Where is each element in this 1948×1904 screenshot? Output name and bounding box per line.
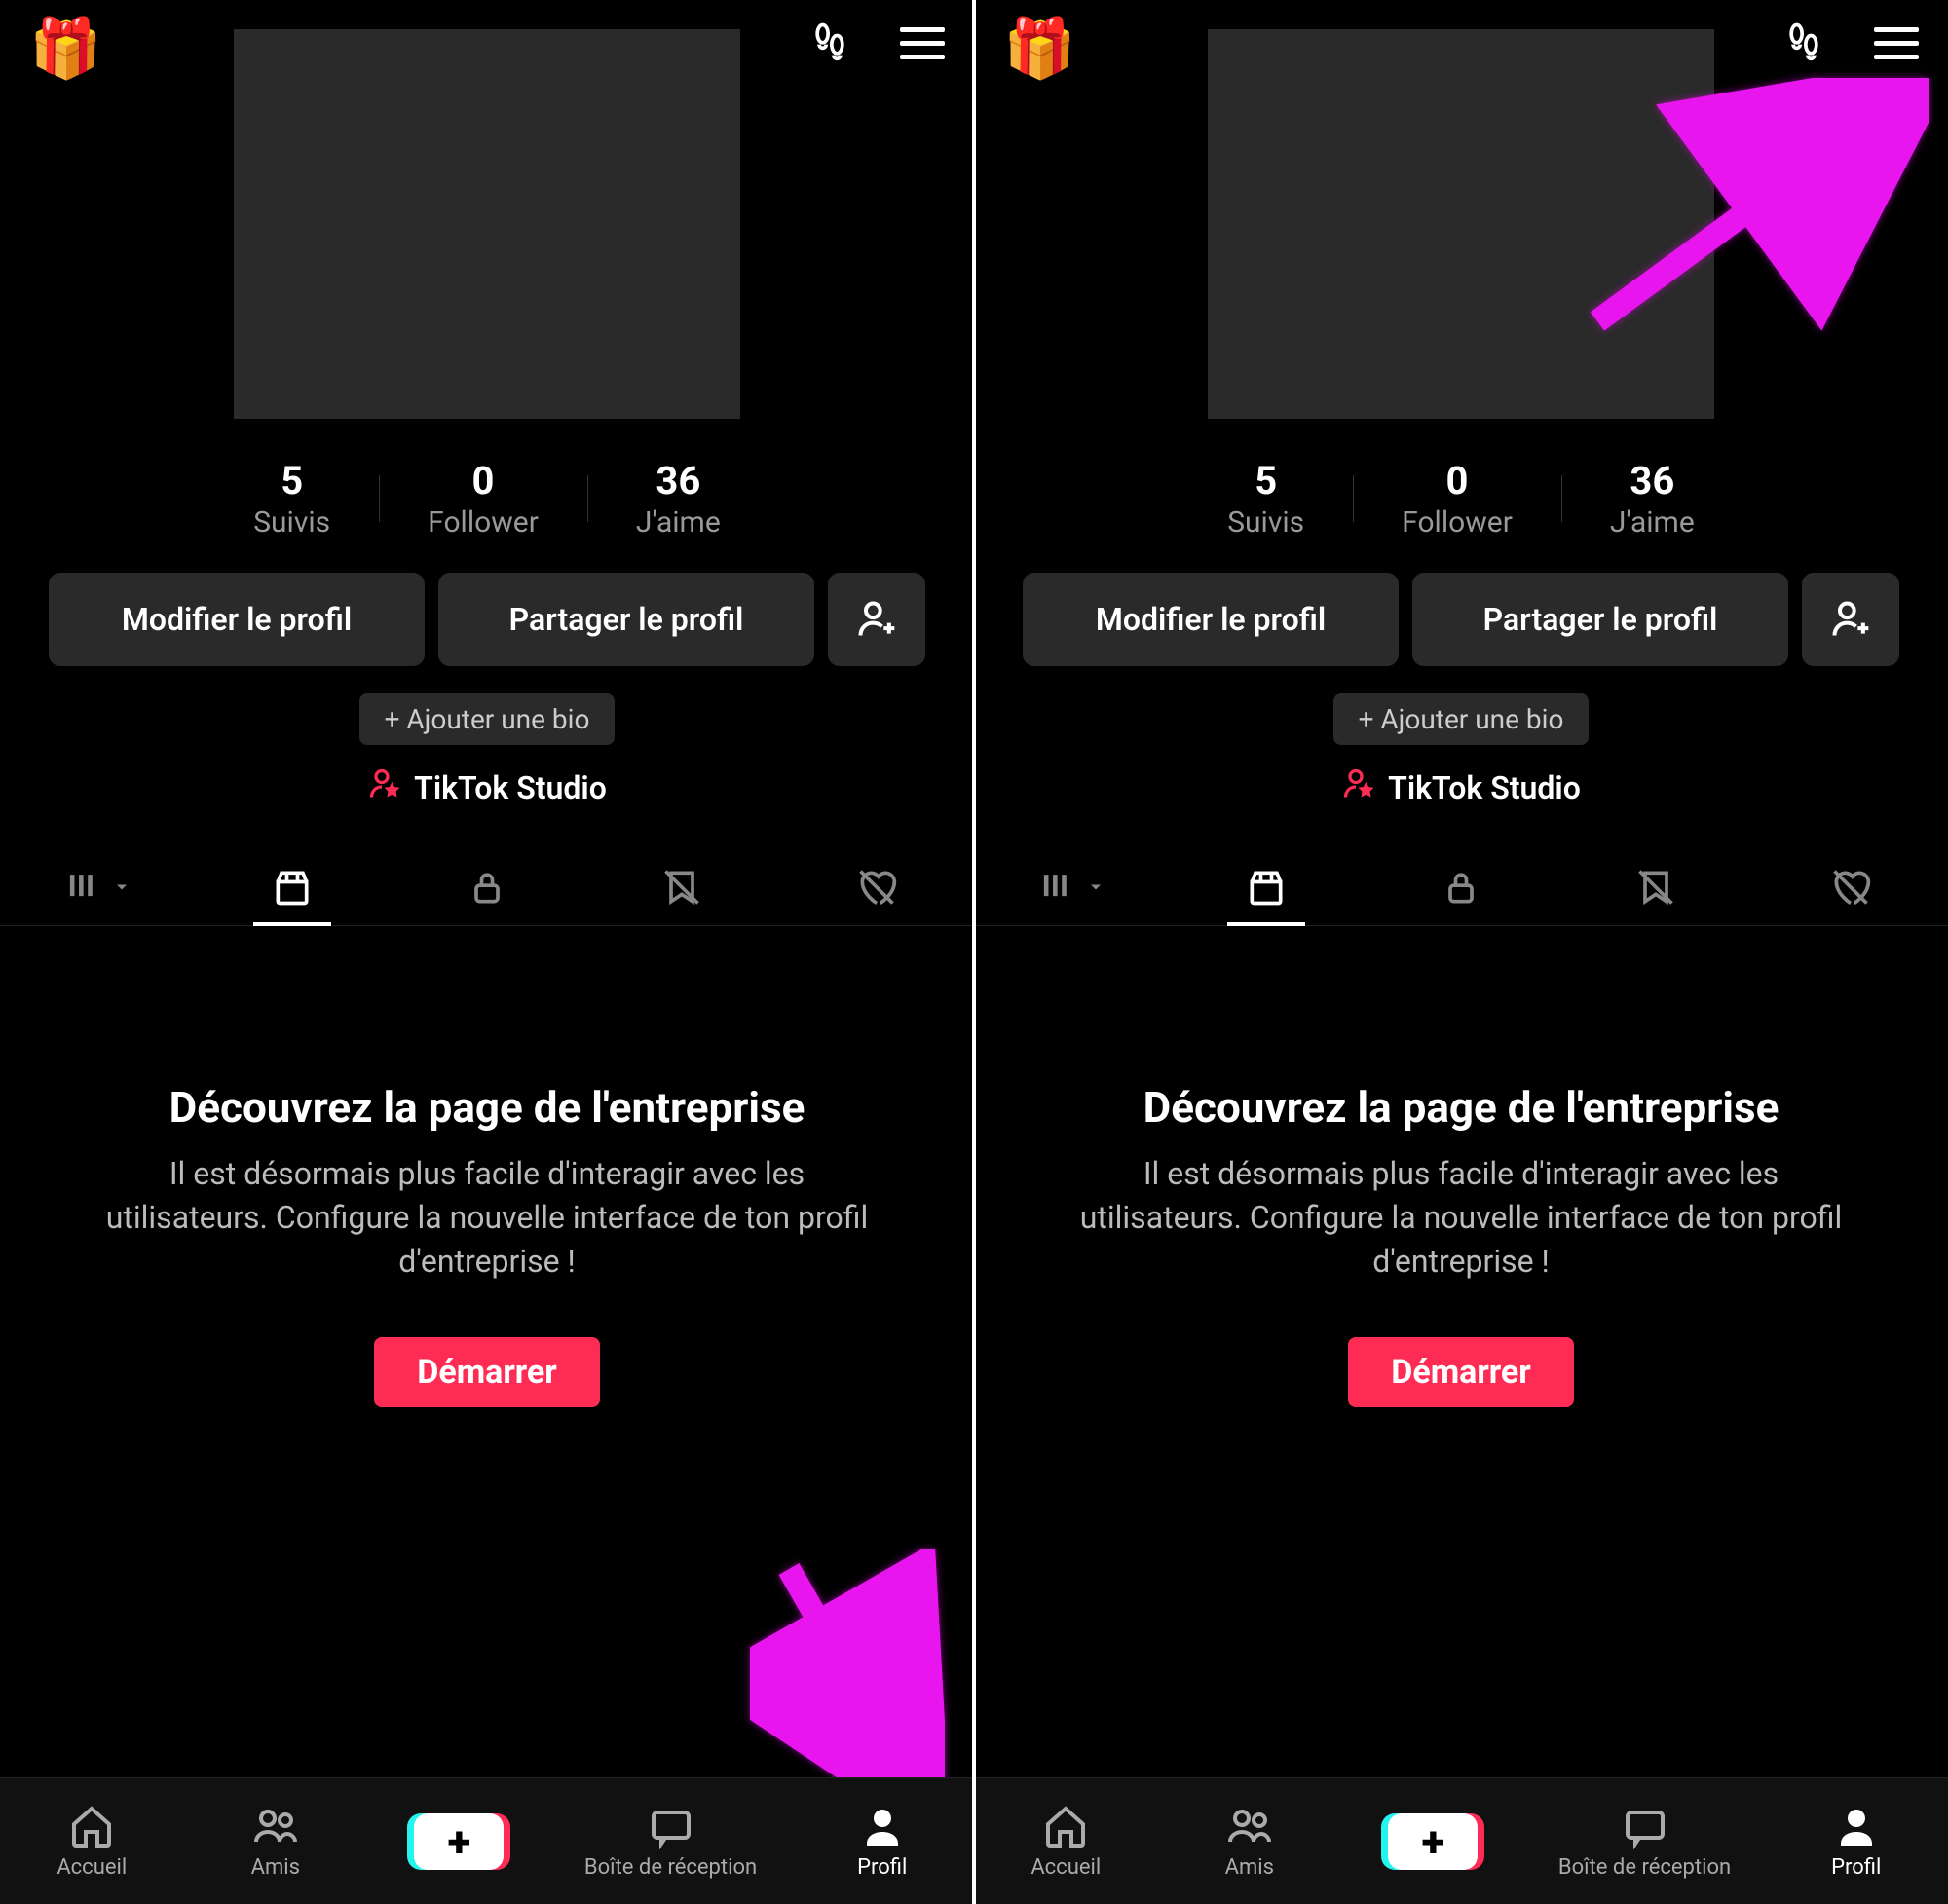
nav-label: Boîte de réception — [584, 1855, 757, 1880]
stat-following[interactable]: 5 Suivis — [205, 458, 379, 540]
stat-label: Suivis — [1227, 505, 1304, 540]
stat-value: 36 — [636, 458, 721, 504]
footprints-icon[interactable] — [1782, 19, 1825, 66]
content-title: Découvrez la page de l'entreprise — [169, 1082, 805, 1133]
tab-shop[interactable] — [1169, 848, 1364, 925]
nav-label: Accueil — [1030, 1855, 1101, 1880]
content-area: Découvrez la page de l'entreprise Il est… — [974, 926, 1948, 1904]
stats-row: 5 Suivis 0 Follower 36 J'aime — [0, 458, 974, 540]
nav-profile[interactable]: Profil — [1798, 1803, 1915, 1880]
nav-label: Profil — [1831, 1855, 1881, 1880]
profile-tabs — [0, 848, 974, 926]
stat-following[interactable]: 5 Suivis — [1179, 458, 1353, 540]
stat-value: 5 — [253, 458, 330, 504]
content-title: Découvrez la page de l'entreprise — [1143, 1082, 1779, 1133]
share-profile-button[interactable]: Partager le profil — [1412, 573, 1788, 666]
content-description: Il est désormais plus facile d'interagir… — [1062, 1152, 1860, 1283]
profile-avatar[interactable] — [1208, 29, 1714, 419]
add-bio-button[interactable]: + Ajouter une bio — [1333, 693, 1590, 745]
add-friend-button[interactable] — [1802, 573, 1899, 666]
create-button-icon: + — [1388, 1813, 1478, 1870]
footprints-icon[interactable] — [808, 19, 851, 66]
profile-tabs — [974, 848, 1948, 926]
tab-shop[interactable] — [195, 848, 390, 925]
nav-label: Accueil — [56, 1855, 127, 1880]
edit-profile-button[interactable]: Modifier le profil — [1023, 573, 1399, 666]
gift-icon[interactable]: 🎁 — [1003, 19, 1076, 78]
nav-label: Amis — [1225, 1855, 1274, 1880]
tab-sort[interactable] — [974, 848, 1169, 925]
add-friend-button[interactable] — [828, 573, 925, 666]
nav-create[interactable]: + — [1374, 1813, 1491, 1870]
nav-friends[interactable]: Amis — [1191, 1803, 1308, 1880]
tiktok-studio-link[interactable]: TikTok Studio — [0, 766, 974, 809]
stat-value: 0 — [1402, 458, 1513, 504]
right-pane: 🎁 5 Suivis 0 Follower 36 J'aime Modifier… — [974, 0, 1948, 1904]
stat-likes[interactable]: 36 J'aime — [587, 458, 769, 540]
studio-label: TikTok Studio — [414, 769, 607, 806]
nav-friends[interactable]: Amis — [217, 1803, 334, 1880]
add-bio-button[interactable]: + Ajouter une bio — [359, 693, 616, 745]
nav-label: Boîte de réception — [1558, 1855, 1731, 1880]
start-button[interactable]: Démarrer — [1348, 1337, 1574, 1407]
content-area: Découvrez la page de l'entreprise Il est… — [0, 926, 974, 1904]
stat-likes[interactable]: 36 J'aime — [1561, 458, 1743, 540]
tab-private[interactable] — [1364, 848, 1558, 925]
stat-label: J'aime — [1610, 505, 1695, 540]
stat-label: Follower — [1402, 505, 1513, 540]
nav-home[interactable]: Accueil — [1007, 1803, 1124, 1880]
nav-label: Amis — [251, 1855, 300, 1880]
hamburger-menu-icon[interactable] — [900, 27, 945, 59]
studio-label: TikTok Studio — [1388, 769, 1581, 806]
start-button[interactable]: Démarrer — [374, 1337, 600, 1407]
stat-label: Suivis — [253, 505, 330, 540]
stat-label: J'aime — [636, 505, 721, 540]
stat-label: Follower — [428, 505, 539, 540]
nav-profile[interactable]: Profil — [824, 1803, 941, 1880]
tab-liked[interactable] — [1753, 848, 1948, 925]
bottom-nav: Accueil Amis + Boîte de réception Profil — [0, 1777, 974, 1904]
share-profile-button[interactable]: Partager le profil — [438, 573, 814, 666]
nav-inbox[interactable]: Boîte de réception — [584, 1803, 757, 1880]
bottom-nav: Accueil Amis + Boîte de réception Profil — [974, 1777, 1948, 1904]
studio-person-star-icon — [1341, 766, 1376, 809]
studio-person-star-icon — [367, 766, 402, 809]
tiktok-studio-link[interactable]: TikTok Studio — [974, 766, 1948, 809]
tab-saved[interactable] — [584, 848, 779, 925]
edit-profile-button[interactable]: Modifier le profil — [49, 573, 425, 666]
stat-value: 5 — [1227, 458, 1304, 504]
create-button-icon: + — [414, 1813, 504, 1870]
stats-row: 5 Suivis 0 Follower 36 J'aime — [974, 458, 1948, 540]
stat-followers[interactable]: 0 Follower — [1353, 458, 1561, 540]
nav-create[interactable]: + — [400, 1813, 517, 1870]
tab-sort[interactable] — [0, 848, 195, 925]
stat-value: 0 — [428, 458, 539, 504]
nav-label: Profil — [857, 1855, 907, 1880]
nav-inbox[interactable]: Boîte de réception — [1558, 1803, 1731, 1880]
content-description: Il est désormais plus facile d'interagir… — [88, 1152, 886, 1283]
stat-followers[interactable]: 0 Follower — [379, 458, 587, 540]
left-pane: 🎁 5 Suivis 0 Follower 36 J'aime Modifier… — [0, 0, 974, 1904]
hamburger-menu-icon[interactable] — [1874, 27, 1919, 59]
tab-liked[interactable] — [779, 848, 974, 925]
gift-icon[interactable]: 🎁 — [29, 19, 102, 78]
stat-value: 36 — [1610, 458, 1695, 504]
nav-home[interactable]: Accueil — [33, 1803, 150, 1880]
tab-private[interactable] — [390, 848, 584, 925]
tab-saved[interactable] — [1558, 848, 1753, 925]
profile-avatar[interactable] — [234, 29, 740, 419]
